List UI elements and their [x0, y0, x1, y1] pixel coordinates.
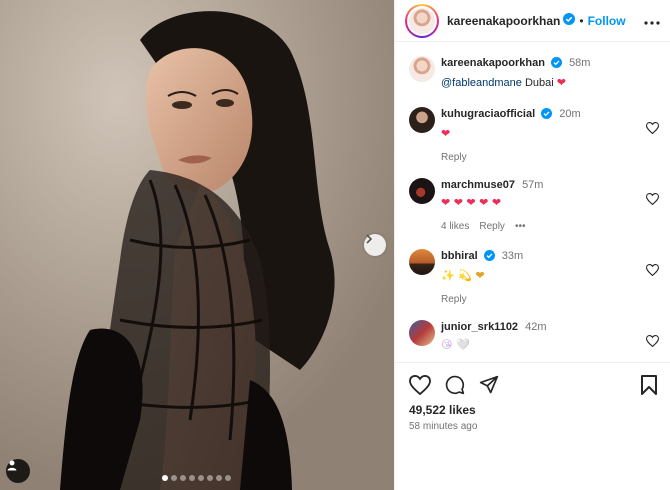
caption-emoji: ❤	[556, 76, 566, 89]
comment-options-button[interactable]: •••	[515, 221, 526, 232]
action-bar	[409, 374, 657, 400]
verified-badge-icon	[563, 12, 576, 30]
post-details-panel: kareenakapoorkhan • Follow kareenakapoor…	[394, 0, 670, 490]
post-timestamp: 58 minutes ago	[409, 421, 478, 432]
reply-button[interactable]: Reply	[441, 152, 467, 163]
carousel-dot	[198, 475, 204, 481]
comment-avatar[interactable]	[409, 178, 435, 204]
next-slide-button[interactable]	[364, 234, 386, 256]
comment-likes-count[interactable]: 4 likes	[441, 221, 469, 232]
verified-badge-icon	[541, 108, 553, 123]
comment-text: ❤	[441, 127, 451, 140]
comment-time: 20m	[559, 108, 581, 120]
carousel-dot	[216, 475, 222, 481]
caption-location-text: Dubai	[524, 77, 554, 89]
caption-avatar[interactable]	[409, 56, 435, 82]
caption-time: 58m	[569, 57, 591, 69]
bookmark-icon[interactable]	[641, 375, 657, 400]
header-separator: •	[579, 13, 584, 28]
caption: kareenakapoorkhan 58m @fableandmane Duba…	[409, 56, 659, 91]
comments-list[interactable]: kareenakapoorkhan 58m @fableandmane Duba…	[395, 43, 670, 361]
likes-count[interactable]: 49,522 likes	[409, 403, 476, 417]
comment-avatar[interactable]	[409, 320, 435, 346]
comment-time: 33m	[501, 250, 524, 262]
comment-avatar[interactable]	[409, 249, 435, 275]
verified-badge-icon	[483, 250, 495, 265]
portrait-illustration	[0, 0, 394, 490]
comment-username[interactable]: junior_srk1102	[441, 321, 518, 333]
more-options-icon[interactable]	[644, 12, 660, 30]
author-username[interactable]: kareenakapoorkhan	[447, 14, 560, 28]
comment-time: 42m	[525, 321, 547, 333]
carousel-dot	[189, 475, 195, 481]
comment-item: junior_srk1102 42m 😘 🤍	[409, 320, 660, 353]
heart-icon[interactable]	[409, 374, 431, 400]
caption-username[interactable]: kareenakapoorkhan	[441, 57, 545, 69]
caption-text: @fableandmane Dubai ❤	[441, 75, 659, 91]
post-photo[interactable]	[0, 0, 394, 490]
author-avatar[interactable]	[405, 3, 439, 38]
post-header: kareenakapoorkhan • Follow	[395, 0, 670, 42]
comment-text: 😘 🤍	[441, 338, 470, 351]
post-actions: 49,522 likes 58 minutes ago	[395, 362, 670, 490]
heart-icon[interactable]	[645, 192, 660, 210]
comment-item: bbhiral 33m ✨ 💫 ❤ Reply	[409, 249, 660, 305]
user-tag-button[interactable]	[6, 459, 30, 483]
heart-icon[interactable]	[645, 121, 660, 139]
carousel-dot	[180, 475, 186, 481]
comment-item: kuhugraciaofficial 20m ❤ Reply	[409, 107, 660, 163]
carousel-dot	[171, 475, 177, 481]
follow-button[interactable]: Follow	[588, 14, 626, 28]
comment-item: marchmuse07 57m ❤ ❤ ❤ ❤ ❤ 4 likes Reply …	[409, 178, 660, 232]
carousel-dot-active	[162, 475, 168, 481]
comment-username[interactable]: bbhiral	[441, 250, 478, 262]
comment-icon[interactable]	[445, 375, 465, 400]
comment-username[interactable]: kuhugraciaofficial	[441, 108, 535, 120]
comment-time: 57m	[522, 179, 544, 191]
reply-button[interactable]: Reply	[441, 294, 467, 305]
carousel-dot	[225, 475, 231, 481]
comment-text: ✨ 💫 ❤	[441, 269, 485, 282]
carousel-indicator	[162, 475, 231, 481]
reply-button[interactable]: Reply	[479, 221, 505, 232]
heart-icon[interactable]	[645, 263, 660, 281]
verified-badge-icon	[551, 57, 562, 72]
comment-avatar[interactable]	[409, 107, 435, 133]
caption-mention[interactable]: @fableandmane	[441, 77, 522, 89]
comment-username[interactable]: marchmuse07	[441, 179, 515, 191]
heart-icon[interactable]	[645, 334, 660, 352]
share-icon[interactable]	[479, 375, 499, 400]
carousel-dot	[207, 475, 213, 481]
comment-text: ❤ ❤ ❤ ❤ ❤	[441, 196, 502, 209]
